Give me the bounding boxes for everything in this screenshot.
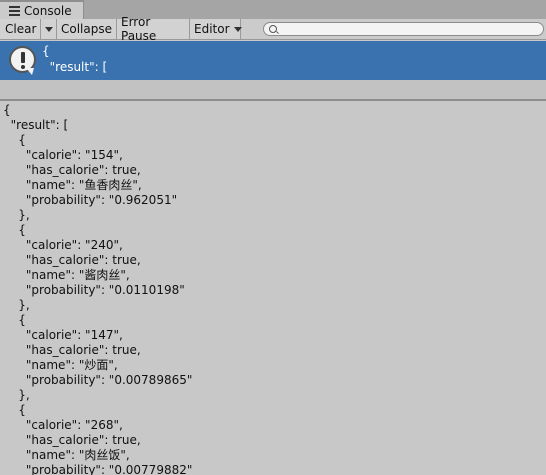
collapse-toggle[interactable]: Collapse: [57, 19, 117, 39]
detail-text-line: "has_calorie": true,: [3, 343, 141, 357]
editor-dropdown-label: Editor: [194, 22, 230, 36]
detail-text-line: },: [3, 298, 30, 312]
search-input[interactable]: [280, 23, 538, 35]
detail-text-line: {: [3, 403, 26, 417]
clear-button-label: Clear: [5, 22, 37, 36]
tab-console-label: Console: [24, 3, 72, 18]
detail-text-line: "has_calorie": true,: [3, 253, 141, 267]
log-entry-line: {: [42, 44, 50, 58]
detail-text-line: "calorie": "268",: [3, 418, 123, 432]
clear-button[interactable]: Clear: [0, 19, 41, 39]
window-tab-strip: Console: [0, 0, 546, 19]
search-field[interactable]: [263, 22, 544, 36]
detail-text-line: "has_calorie": true,: [3, 163, 141, 177]
detail-text-line: "name": "鱼香肉丝",: [3, 178, 142, 192]
console-list-icon: [9, 5, 20, 16]
detail-text-line: {: [3, 313, 26, 327]
collapse-toggle-label: Collapse: [61, 22, 112, 36]
console-toolbar: Clear Collapse Error Pause Editor: [0, 15, 546, 43]
detail-text-line: },: [3, 208, 30, 222]
chevron-down-icon: [233, 26, 242, 32]
detail-text-line: {: [3, 223, 26, 237]
log-entry-selected[interactable]: { "result": [: [0, 41, 546, 80]
info-icon-tail: [26, 68, 34, 75]
tab-console[interactable]: Console: [0, 0, 84, 19]
detail-text-line: },: [3, 388, 30, 402]
detail-text-line: "calorie": "147",: [3, 328, 123, 342]
chevron-down-icon: [44, 26, 53, 32]
detail-text-line: "calorie": "240",: [3, 238, 123, 252]
clear-options-dropdown[interactable]: [41, 19, 57, 39]
detail-text-line: "probability": "0.962051": [3, 193, 178, 207]
detail-text-line: {: [3, 133, 26, 147]
detail-text-line: "has_calorie": true,: [3, 433, 141, 447]
detail-text-line: "result": [: [3, 118, 69, 132]
search-icon: [269, 25, 277, 33]
editor-dropdown[interactable]: Editor: [190, 19, 242, 39]
log-entry-line: "result": [: [42, 60, 108, 74]
log-list-empty-area: [0, 80, 546, 99]
log-detail-pane[interactable]: { "result": [ { "calorie": "154", "has_c…: [0, 101, 546, 475]
error-pause-toggle-label: Error Pause: [121, 15, 157, 43]
detail-text-line: "name": "炒面",: [3, 358, 118, 372]
detail-text-line: "probability": "0.00779882": [3, 463, 193, 475]
detail-text-line: "calorie": "154",: [3, 148, 123, 162]
detail-text-line: "probability": "0.0110198": [3, 283, 185, 297]
detail-text-line: "name": "酱肉丝",: [3, 268, 130, 282]
detail-text-line: "name": "肉丝饭",: [3, 448, 130, 462]
error-pause-toggle[interactable]: Error Pause: [117, 15, 190, 43]
detail-text-line: {: [3, 103, 11, 117]
detail-text-line: "probability": "0.00789865": [3, 373, 193, 387]
